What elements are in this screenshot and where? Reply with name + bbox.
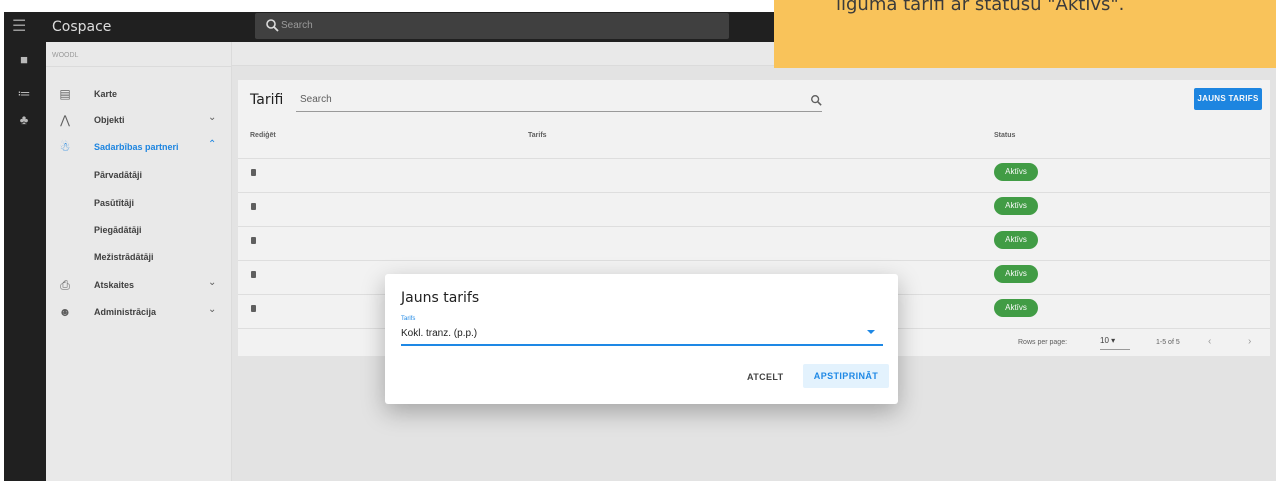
banner-text: līguma tarifi ar statusu "Aktīvs". bbox=[836, 0, 1125, 15]
dialog-title: Jauns tarifs bbox=[401, 290, 480, 306]
modal-backdrop[interactable] bbox=[4, 12, 1276, 481]
app-window: ☰ Cospace Search ■ ≔ ♣ WOODL ▤ Karte ⋀ O… bbox=[4, 12, 1276, 481]
confirm-button[interactable]: APSTIPRINĀT bbox=[803, 364, 889, 388]
cancel-button[interactable]: ATCELT bbox=[747, 372, 784, 382]
field-value: Kokl. tranz. (p.p.) bbox=[401, 328, 478, 339]
dropdown-arrow-icon[interactable] bbox=[867, 330, 875, 334]
field-label: Tarifs bbox=[401, 316, 416, 322]
new-tariff-dialog: Jauns tarifs Tarifs Kokl. tranz. (p.p.) … bbox=[385, 274, 898, 404]
annotation-banner: līguma tarifi ar statusu "Aktīvs". bbox=[774, 0, 1276, 68]
tariff-select-field[interactable]: Tarifs Kokl. tranz. (p.p.) bbox=[401, 316, 883, 346]
